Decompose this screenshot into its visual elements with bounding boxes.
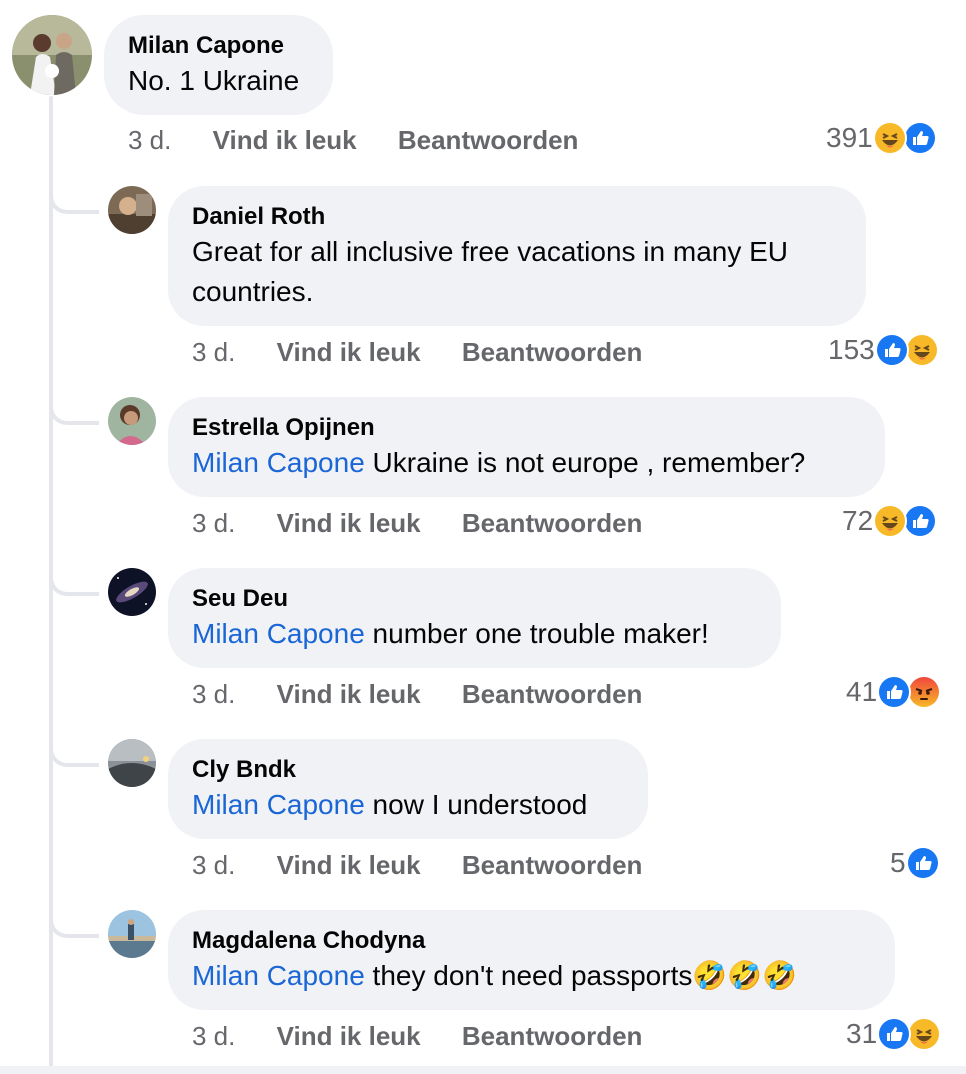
haha-icon: [904, 333, 939, 367]
reaction-summary[interactable]: 5: [890, 845, 940, 881]
reaction-count: 153: [828, 334, 875, 365]
reply-button[interactable]: Beantwoorden: [462, 679, 643, 709]
rofl-emoji: 🤣🤣🤣: [692, 959, 797, 992]
reply-bubble: Magdalena Chodyna Milan Capone they don'…: [168, 910, 895, 1010]
like-button[interactable]: Vind ik leuk: [277, 337, 421, 367]
reply-timestamp[interactable]: 3 d.: [192, 679, 235, 709]
mention-link[interactable]: Milan Capone: [192, 960, 365, 991]
like-button[interactable]: Vind ik leuk: [277, 850, 421, 880]
avatar-magdalena-chodyna[interactable]: [108, 910, 156, 958]
reply-bubble: Seu Deu Milan Capone number one trouble …: [168, 568, 781, 668]
reply-text: Great for all inclusive free vacations i…: [192, 236, 789, 307]
reply-actions: 3 d. Vind ik leuk Beantwoorden: [192, 850, 642, 880]
reaction-count: 41: [846, 676, 878, 707]
comment-bubble: Milan Capone No. 1 Ukraine: [104, 15, 333, 115]
reply-actions: 3 d. Vind ik leuk Beantwoorden: [192, 337, 642, 367]
reply-actions: 3 d. Vind ik leuk Beantwoorden: [192, 1021, 642, 1051]
reaction-count: 391: [826, 122, 873, 153]
reply-text: Milan Capone now I understood: [192, 789, 588, 820]
avatar-cly-bndk[interactable]: [108, 739, 156, 787]
haha-icon: [873, 504, 908, 538]
mention-link[interactable]: Milan Capone: [192, 789, 365, 820]
thread-branch: [49, 397, 99, 425]
reply-timestamp[interactable]: 3 d.: [192, 1021, 235, 1051]
thread-branch: [49, 568, 99, 596]
like-icon: [903, 504, 938, 538]
like-icon: [902, 121, 937, 155]
mention-link[interactable]: Milan Capone: [192, 447, 365, 478]
reply-bubble: Daniel Roth Great for all inclusive free…: [168, 186, 866, 326]
reaction-count: 31: [846, 1018, 878, 1049]
reply-text: Milan Capone they don't need passports🤣🤣…: [192, 959, 797, 992]
comment-author[interactable]: Milan Capone: [128, 31, 309, 61]
like-button[interactable]: Vind ik leuk: [213, 125, 357, 155]
like-icon: [877, 675, 912, 709]
avatar-estrella-opijnen[interactable]: [108, 397, 156, 445]
reply-actions: 3 d. Vind ik leuk Beantwoorden: [192, 508, 642, 538]
like-button[interactable]: Vind ik leuk: [277, 1021, 421, 1051]
avatar-seu-deu[interactable]: [108, 568, 156, 616]
reply-button[interactable]: Beantwoorden: [462, 337, 643, 367]
reply-author[interactable]: Magdalena Chodyna: [192, 926, 871, 956]
reply-text: Milan Capone number one trouble maker!: [192, 618, 709, 649]
reply-bubble: Cly Bndk Milan Capone now I understood: [168, 739, 648, 839]
avatar-daniel-roth[interactable]: [108, 186, 156, 234]
reply-button[interactable]: Beantwoorden: [462, 508, 643, 538]
thread-branch: [49, 910, 99, 938]
reply-author[interactable]: Cly Bndk: [192, 755, 624, 785]
thread-branch: [49, 739, 99, 767]
reaction-summary[interactable]: 391: [826, 120, 937, 156]
haha-icon: [907, 1017, 942, 1051]
mention-link[interactable]: Milan Capone: [192, 618, 365, 649]
reply-button[interactable]: Beantwoorden: [462, 1021, 643, 1051]
reply-author[interactable]: Estrella Opijnen: [192, 413, 861, 443]
reaction-count: 5: [890, 847, 906, 878]
comment-timestamp[interactable]: 3 d.: [128, 125, 171, 155]
reaction-count: 72: [842, 505, 874, 536]
reply-author[interactable]: Daniel Roth: [192, 202, 842, 232]
reaction-summary[interactable]: 72: [842, 503, 938, 539]
reaction-summary[interactable]: 41: [846, 674, 942, 710]
reply-actions: 3 d. Vind ik leuk Beantwoorden: [192, 679, 642, 709]
reply-timestamp[interactable]: 3 d.: [192, 508, 235, 538]
reply-text: Milan Capone Ukraine is not europe , rem…: [192, 447, 806, 478]
reply-timestamp[interactable]: 3 d.: [192, 337, 235, 367]
comment-text: No. 1 Ukraine: [128, 65, 300, 96]
like-button[interactable]: Vind ik leuk: [277, 679, 421, 709]
haha-icon: [872, 121, 907, 155]
bottom-divider: [0, 1066, 966, 1074]
like-icon: [874, 333, 909, 367]
thread-branch: [49, 186, 99, 214]
reply-bubble: Estrella Opijnen Milan Capone Ukraine is…: [168, 397, 885, 497]
reply-button[interactable]: Beantwoorden: [462, 850, 643, 880]
like-icon: [905, 846, 940, 880]
reply-author[interactable]: Seu Deu: [192, 584, 757, 614]
angry-icon: [907, 675, 942, 709]
reaction-summary[interactable]: 31: [846, 1016, 942, 1052]
reply-timestamp[interactable]: 3 d.: [192, 850, 235, 880]
comment-actions: 3 d. Vind ik leuk Beantwoorden: [128, 125, 578, 155]
reply-button[interactable]: Beantwoorden: [398, 125, 579, 155]
reaction-summary[interactable]: 153: [828, 332, 939, 368]
like-button[interactable]: Vind ik leuk: [277, 508, 421, 538]
like-icon: [877, 1017, 912, 1051]
avatar-milan-capone[interactable]: [12, 15, 92, 95]
